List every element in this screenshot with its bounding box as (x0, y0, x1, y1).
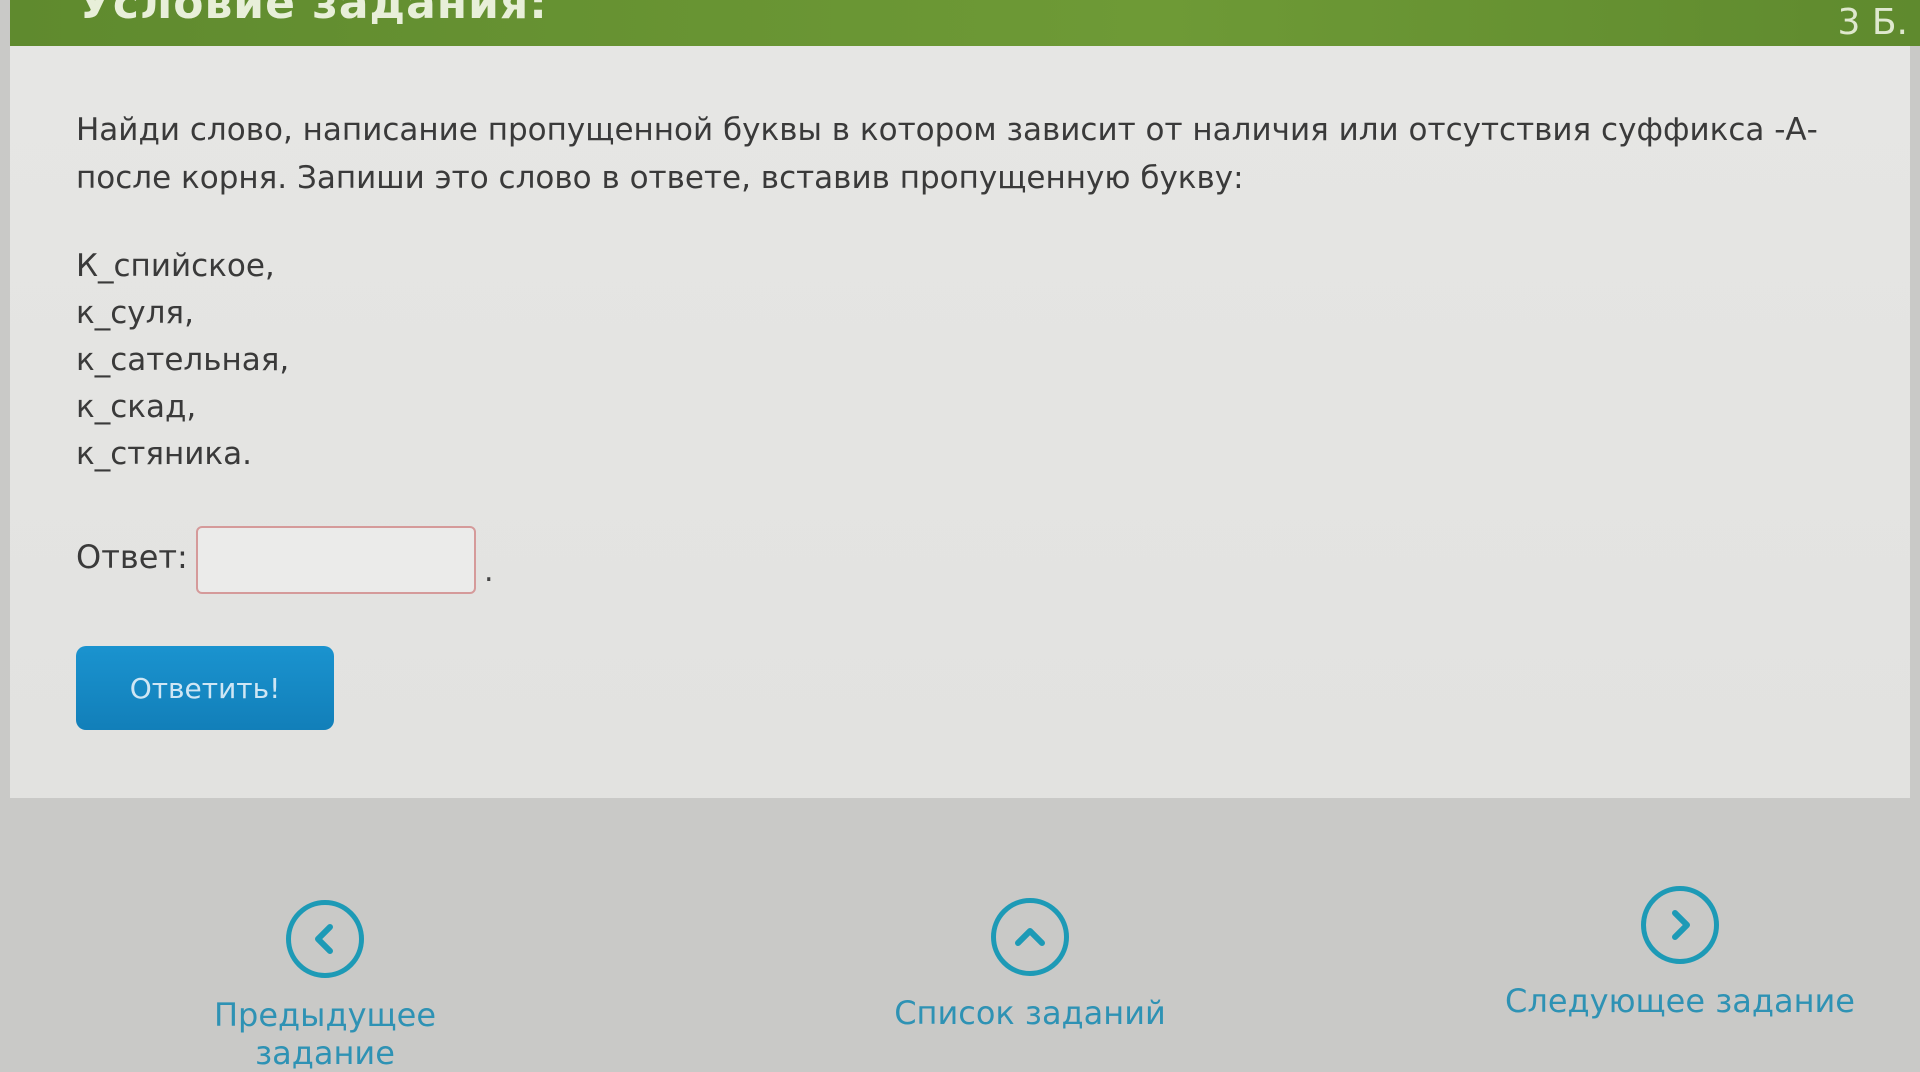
submit-button[interactable]: Ответить! (76, 646, 334, 730)
answer-input[interactable] (196, 526, 476, 594)
answer-label: Ответ: (76, 538, 188, 576)
task-header-title: Условие задания: (78, 0, 548, 29)
word-item: к_сательная, (76, 342, 290, 378)
next-task-label[interactable]: Следующее задание (1500, 982, 1860, 1020)
task-list-label[interactable]: Список заданий (860, 994, 1200, 1032)
chevron-up-icon[interactable] (991, 898, 1069, 976)
chevron-left-icon[interactable] (286, 900, 364, 978)
prev-task-link[interactable]: Предыдущее задание (140, 900, 510, 1072)
question-text: Найди слово, написание пропущенной буквы… (76, 112, 1818, 196)
word-item: к_суля, (76, 295, 194, 331)
task-points: 3 Б. (1837, 2, 1909, 43)
word-item: к_скад, (76, 389, 197, 425)
next-task-link[interactable]: Следующее задание (1500, 886, 1860, 1020)
task-header: Условие задания: 3 Б. (10, 0, 1920, 46)
task-card: Найди слово, написание пропущенной буквы… (10, 46, 1910, 798)
word-item: к_стяника. (76, 436, 252, 472)
chevron-right-icon[interactable] (1641, 886, 1719, 964)
word-list: К_спийское, к_суля, к_сательная, к_скад,… (76, 243, 289, 478)
answer-suffix: . (484, 554, 494, 589)
word-item: К_спийское, (76, 248, 275, 284)
task-list-link[interactable]: Список заданий (860, 898, 1200, 1032)
prev-task-label[interactable]: Предыдущее задание (140, 996, 510, 1072)
